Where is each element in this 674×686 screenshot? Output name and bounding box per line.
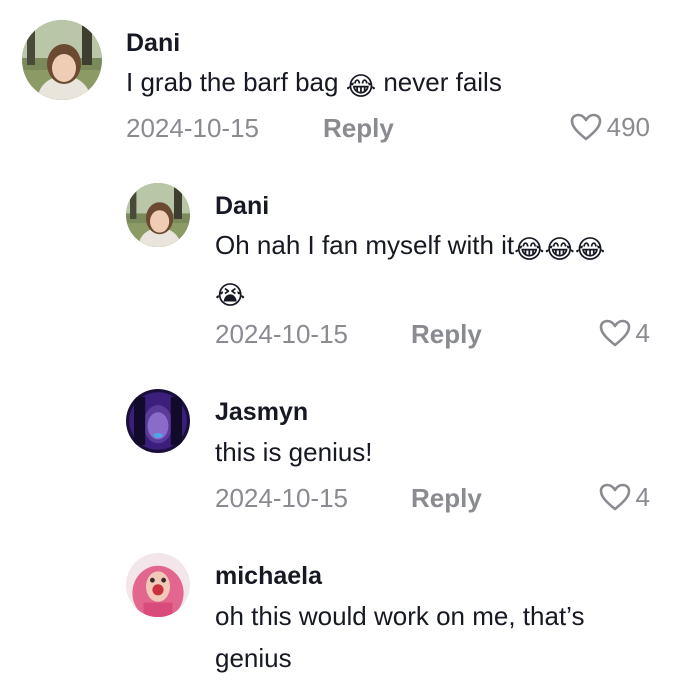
avatar[interactable] <box>126 183 190 247</box>
comment-username[interactable]: michaela <box>215 561 322 591</box>
comment-text: I grab the barf bag 😂 never fails <box>126 61 646 107</box>
avatar[interactable] <box>22 20 102 100</box>
comment-date: 2024-10-15 <box>215 319 348 349</box>
reply-button[interactable]: Reply <box>411 318 482 350</box>
comment-text-part: this is genius! <box>215 437 373 467</box>
comment-text: this is genius! <box>215 431 655 473</box>
comment-username[interactable]: Dani <box>126 28 180 58</box>
comment-text-part: oh this would work on me, that’s genius <box>215 601 585 673</box>
heart-outline-icon <box>598 318 632 348</box>
heart-outline-icon <box>598 482 632 512</box>
comment-date: 2024-10-15 <box>215 483 348 513</box>
comment-text: Oh nah I fan myself with it😂😂😂 😭 <box>215 224 655 316</box>
like-button[interactable]: 4 <box>598 481 650 513</box>
reply-button[interactable]: Reply <box>411 482 482 514</box>
comment-username[interactable]: Dani <box>215 191 269 221</box>
comment-text-part: never fails <box>376 67 502 97</box>
comment-date: 2024-10-15 <box>126 113 259 143</box>
comment-text-part: Oh nah I fan myself with it <box>215 230 515 260</box>
comment-text: oh this would work on me, that’s genius <box>215 595 655 679</box>
like-button[interactable]: 4 <box>598 317 650 349</box>
heart-outline-icon <box>569 112 603 142</box>
like-count: 490 <box>606 112 650 142</box>
loudly-crying-emoji: 😭 <box>215 280 246 310</box>
avatar[interactable] <box>126 553 190 617</box>
tears-of-joy-emoji: 😂😂😂 <box>514 234 606 264</box>
like-button[interactable]: 490 <box>569 111 650 143</box>
comment-username[interactable]: Jasmyn <box>215 397 308 427</box>
comments-list: Dani I grab the barf bag 😂 never fails 2… <box>0 0 674 686</box>
tears-of-joy-emoji: 😂 <box>345 71 377 101</box>
comment-text-part: I grab the barf bag <box>126 67 346 97</box>
reply-button[interactable]: Reply <box>323 112 394 144</box>
like-count: 4 <box>635 318 650 348</box>
avatar[interactable] <box>126 389 190 453</box>
like-count: 4 <box>635 482 650 512</box>
